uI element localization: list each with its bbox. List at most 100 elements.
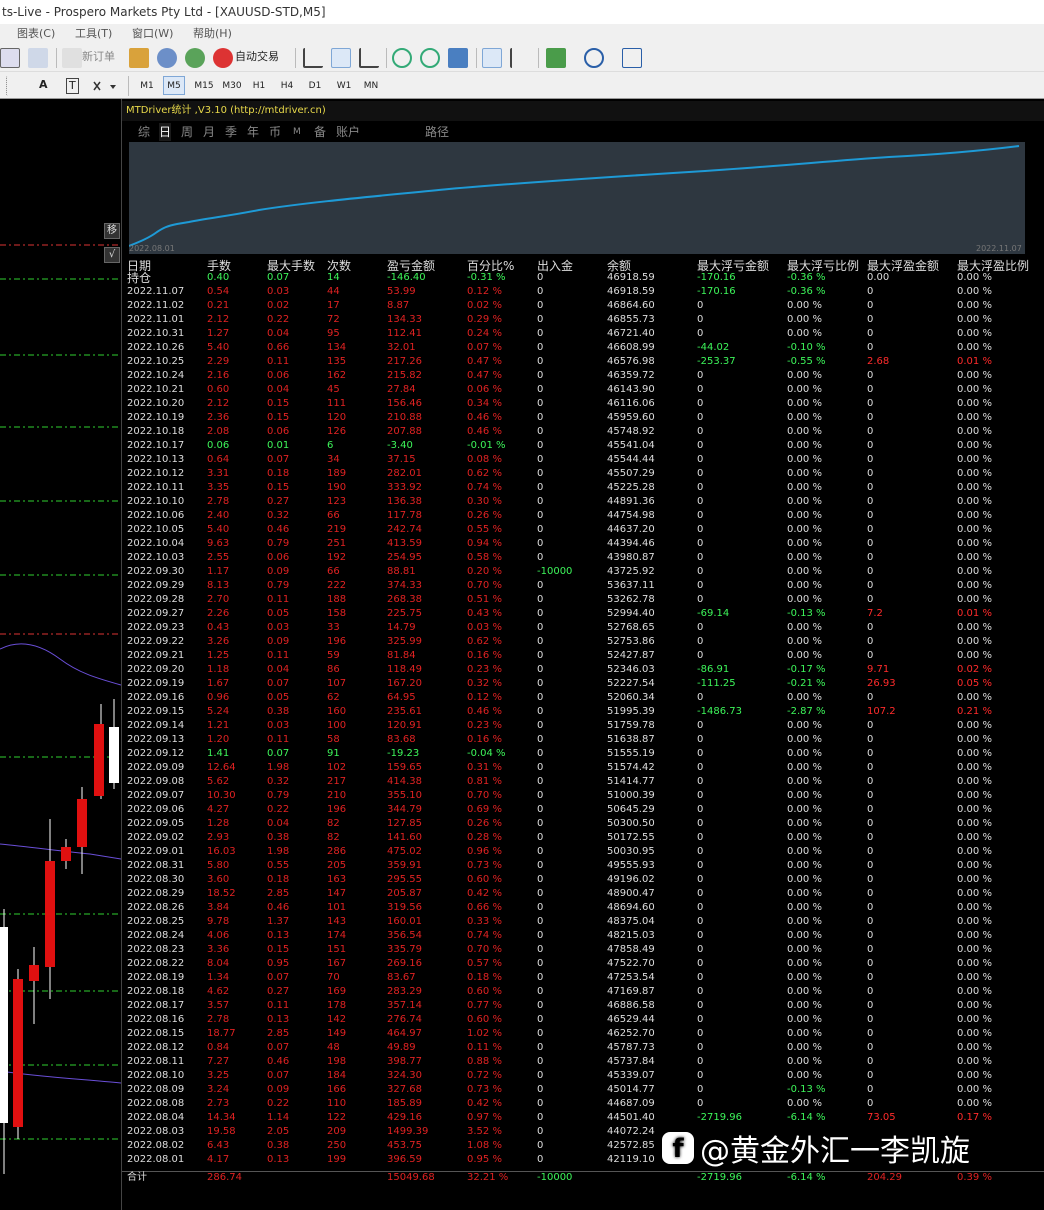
table-row[interactable]: 2022.10.04 9.63 0.79 251 413.59 0.94 % 0 44394.… (122, 537, 1044, 551)
timeframe-d1[interactable]: D1 (304, 76, 326, 95)
table-row[interactable]: 2022.08.29 18.52 2.85 147 205.87 0.42 % 0 48900… (122, 887, 1044, 901)
new-order-icon[interactable] (62, 48, 82, 68)
signals-icon[interactable] (185, 48, 205, 68)
templates-icon[interactable] (622, 48, 642, 68)
bar-chart-icon[interactable] (303, 48, 323, 68)
price-chart[interactable]: 移 √ (0, 99, 121, 1210)
table-row[interactable]: 2022.09.29 8.13 0.79 222 374.33 0.70 % 0 53637.… (122, 579, 1044, 593)
tab-month[interactable]: 月 (203, 123, 215, 141)
table-row[interactable]: 2022.09.06 4.27 0.22 196 344.79 0.69 % 0 50645.… (122, 803, 1044, 817)
chart-window-icon[interactable] (0, 48, 20, 68)
tab-week[interactable]: 周 (181, 123, 193, 141)
tab-magic[interactable]: M (293, 123, 301, 141)
timeframe-m5[interactable]: M5 (163, 76, 185, 95)
table-row[interactable]: 2022.09.02 2.93 0.38 82 141.60 0.28 % 0 50172.5… (122, 831, 1044, 845)
table-row[interactable]: 2022.10.31 1.27 0.04 95 112.41 0.24 % 0 46721.4… (122, 327, 1044, 341)
table-row[interactable]: 2022.10.20 2.12 0.15 111 156.46 0.34 % 0 46116.… (122, 397, 1044, 411)
table-row[interactable]: 2022.10.03 2.55 0.06 192 254.95 0.58 % 0 43980.… (122, 551, 1044, 565)
text-tool[interactable]: A (39, 72, 48, 98)
table-row[interactable]: 2022.09.16 0.96 0.05 62 64.95 0.12 % 0 52060.34… (122, 691, 1044, 705)
table-row[interactable]: 2022.09.19 1.67 0.07 107 167.20 0.32 % 0 52227.… (122, 677, 1044, 691)
table-row[interactable]: 2022.10.25 2.29 0.11 135 217.26 0.47 % 0 46576.… (122, 355, 1044, 369)
table-row[interactable]: 2022.08.04 14.34 1.14 122 429.16 0.97 % 0 44501… (122, 1111, 1044, 1125)
table-row[interactable]: 2022.08.12 0.84 0.07 48 49.89 0.11 % 0 45787.73… (122, 1041, 1044, 1055)
table-row[interactable]: 2022.08.09 3.24 0.09 166 327.68 0.73 % 0 45014.… (122, 1083, 1044, 1097)
new-order-button[interactable]: 新订单 (82, 44, 115, 70)
data-window-icon[interactable] (28, 48, 48, 68)
table-row[interactable]: 2022.10.13 0.64 0.07 34 37.15 0.08 % 0 45544.44… (122, 453, 1044, 467)
auto-trade-icon[interactable] (213, 48, 233, 68)
table-row[interactable]: 2022.09.21 1.25 0.11 59 81.84 0.16 % 0 52427.87… (122, 649, 1044, 663)
table-row[interactable]: 2022.09.12 1.41 0.07 91 -19.23 -0.04 % 0 51555.… (122, 747, 1044, 761)
table-row[interactable]: 2022.08.08 2.73 0.22 110 185.89 0.42 % 0 44687.… (122, 1097, 1044, 1111)
table-row[interactable]: 2022.10.06 2.40 0.32 66 117.78 0.26 % 0 44754.9… (122, 509, 1044, 523)
timeframe-h4[interactable]: H4 (276, 76, 298, 95)
tab-note[interactable]: 备 (314, 123, 326, 141)
table-row[interactable]: 2022.09.01 16.03 1.98 286 475.02 0.96 % 0 50030… (122, 845, 1044, 859)
table-row[interactable]: 2022.09.15 5.24 0.38 160 235.61 0.46 % 0 51995.… (122, 705, 1044, 719)
table-row[interactable]: 2022.10.05 5.40 0.46 219 242.74 0.55 % 0 44637.… (122, 523, 1044, 537)
table-row[interactable]: 2022.08.26 3.84 0.46 101 319.56 0.66 % 0 48694.… (122, 901, 1044, 915)
table-row[interactable]: 2022.10.10 2.78 0.27 123 136.38 0.30 % 0 44891.… (122, 495, 1044, 509)
table-row[interactable]: 2022.08.25 9.78 1.37 143 160.01 0.33 % 0 48375.… (122, 915, 1044, 929)
move-button[interactable]: 移 (104, 223, 120, 239)
table-row[interactable]: 2022.08.17 3.57 0.11 178 357.14 0.77 % 0 46886.… (122, 999, 1044, 1013)
table-row[interactable]: 2022.09.30 1.17 0.09 66 88.81 0.20 % -10000 437… (122, 565, 1044, 579)
tile-windows-icon[interactable] (448, 48, 468, 68)
table-row[interactable]: 2022.10.18 2.08 0.06 126 207.88 0.46 % 0 45748.… (122, 425, 1044, 439)
arrows-tool-icon[interactable] (92, 76, 118, 96)
table-row[interactable]: 2022.10.12 3.31 0.18 189 282.01 0.62 % 0 45507.… (122, 467, 1044, 481)
table-row[interactable]: 2022.11.02 0.21 0.02 17 8.87 0.02 % 0 46864.60 0… (122, 299, 1044, 313)
table-row[interactable]: 2022.10.19 2.36 0.15 120 210.88 0.46 % 0 45959.… (122, 411, 1044, 425)
table-row[interactable]: 2022.09.20 1.18 0.04 86 118.49 0.23 % 0 52346.0… (122, 663, 1044, 677)
table-row[interactable]: 2022.10.11 3.35 0.15 190 333.92 0.74 % 0 45225.… (122, 481, 1044, 495)
menu-window[interactable]: 窗口(W) (132, 24, 173, 44)
candlestick-icon[interactable] (331, 48, 351, 68)
table-row[interactable]: 2022.09.07 10.30 0.79 210 355.10 0.70 % 0 51000… (122, 789, 1044, 803)
table-row[interactable]: 2022.09.14 1.21 0.03 100 120.91 0.23 % 0 51759.… (122, 719, 1044, 733)
holding-row[interactable]: 持仓 0.40 0.07 14 -146.40 -0.31 % 0 46918.59 -170.… (122, 271, 1044, 285)
tab-year[interactable]: 年 (247, 123, 259, 141)
table-row[interactable]: 2022.08.22 8.04 0.95 167 269.16 0.57 % 0 47522.… (122, 957, 1044, 971)
auto-scroll-icon[interactable] (482, 48, 502, 68)
menu-tools[interactable]: 工具(T) (75, 24, 112, 44)
table-row[interactable]: 2022.09.22 3.26 0.09 196 325.99 0.62 % 0 52753.… (122, 635, 1044, 649)
account-icon[interactable] (157, 48, 177, 68)
tab-day[interactable]: 日 (159, 123, 172, 141)
table-row[interactable]: 2022.11.01 2.12 0.22 72 134.33 0.29 % 0 46855.7… (122, 313, 1044, 327)
table-row[interactable]: 2022.08.11 7.27 0.46 198 398.77 0.88 % 0 45737.… (122, 1055, 1044, 1069)
table-row[interactable]: 2022.09.28 2.70 0.11 188 268.38 0.51 % 0 53262.… (122, 593, 1044, 607)
table-row[interactable]: 2022.08.15 18.77 2.85 149 464.97 1.02 % 0 46252… (122, 1027, 1044, 1041)
table-row[interactable]: 2022.08.31 5.80 0.55 205 359.91 0.73 % 0 49555.… (122, 859, 1044, 873)
table-row[interactable]: 2022.08.16 2.78 0.13 142 276.74 0.60 % 0 46529.… (122, 1013, 1044, 1027)
tab-quarter[interactable]: 季 (225, 123, 237, 141)
timeframe-mn[interactable]: MN (359, 76, 383, 95)
tab-account[interactable]: 账户 (336, 123, 360, 141)
tab-path[interactable]: 路径 (425, 123, 449, 141)
zoom-out-icon[interactable] (420, 48, 440, 68)
table-row[interactable]: 2022.08.30 3.60 0.18 163 295.55 0.60 % 0 49196.… (122, 873, 1044, 887)
menu-chart[interactable]: 图表(C) (17, 24, 55, 44)
table-row[interactable]: 2022.09.09 12.64 1.98 102 159.65 0.31 % 0 51574… (122, 761, 1044, 775)
text-label-tool[interactable]: T (66, 78, 79, 94)
table-row[interactable]: 2022.09.13 1.20 0.11 58 83.68 0.16 % 0 51638.87… (122, 733, 1044, 747)
table-row[interactable]: 2022.09.08 5.62 0.32 217 414.38 0.81 % 0 51414.… (122, 775, 1044, 789)
timeframe-w1[interactable]: W1 (332, 76, 356, 95)
crosshair-icon[interactable] (6, 76, 20, 96)
table-row[interactable]: 2022.08.10 3.25 0.07 184 324.30 0.72 % 0 45339.… (122, 1069, 1044, 1083)
table-row[interactable]: 2022.09.05 1.28 0.04 82 127.85 0.26 % 0 50300.5… (122, 817, 1044, 831)
timeframe-m30[interactable]: M30 (219, 76, 245, 95)
tab-currency[interactable]: 币 (269, 123, 281, 141)
history-icon[interactable] (129, 48, 149, 68)
table-row[interactable]: 2022.10.17 0.06 0.01 6 -3.40 -0.01 % 0 45541.04… (122, 439, 1044, 453)
indicators-icon[interactable] (546, 48, 566, 68)
line-chart-icon[interactable] (359, 48, 379, 68)
table-row[interactable]: 2022.09.23 0.43 0.03 33 14.79 0.03 % 0 52768.65… (122, 621, 1044, 635)
table-row[interactable]: 2022.08.18 4.62 0.27 169 283.29 0.60 % 0 47169.… (122, 985, 1044, 999)
menu-help[interactable]: 帮助(H) (193, 24, 232, 44)
table-row[interactable]: 2022.09.27 2.26 0.05 158 225.75 0.43 % 0 52994.… (122, 607, 1044, 621)
timeframe-m15[interactable]: M15 (191, 76, 217, 95)
table-row[interactable]: 2022.08.19 1.34 0.07 70 83.67 0.18 % 0 47253.54… (122, 971, 1044, 985)
check-button[interactable]: √ (104, 247, 120, 263)
table-row[interactable]: 2022.08.23 3.36 0.15 151 335.79 0.70 % 0 47858.… (122, 943, 1044, 957)
